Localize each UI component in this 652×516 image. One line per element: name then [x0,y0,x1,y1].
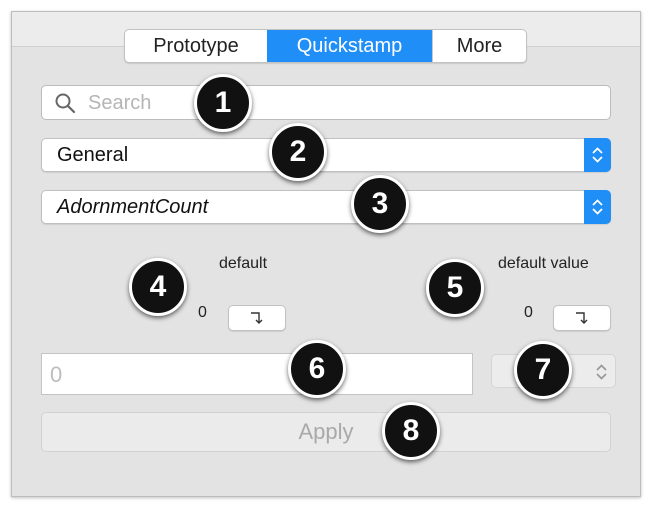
default-value-label: default value [498,255,589,272]
return-arrow-icon [251,312,263,324]
category-popup-arrows[interactable] [584,138,611,172]
callout-badge-7: 7 [514,341,572,399]
quickstamp-panel: Prototype Quickstamp More General Adornm… [11,11,641,497]
default-value-count: 0 [524,304,533,321]
search-icon [55,93,76,114]
callout-badge-6: 6 [288,340,346,398]
attribute-popup-arrows[interactable] [584,190,611,224]
attribute-popup[interactable]: AdornmentCount [41,190,611,224]
inspector-tab-bar: Prototype Quickstamp More [124,29,527,63]
callout-badge-8: 8 [382,402,440,460]
chevron-up-down-icon [592,199,603,215]
search-field[interactable] [41,85,611,120]
callout-badge-3: 3 [351,175,409,233]
callout-badge-4: 4 [129,258,187,316]
attribute-popup-value: AdornmentCount [57,196,209,218]
default-value-insert-button[interactable] [553,305,611,331]
value-field[interactable] [41,353,473,395]
default-count: 0 [198,304,207,321]
tab-quickstamp[interactable]: Quickstamp [267,30,432,62]
search-input[interactable] [86,89,590,117]
value-input[interactable] [48,360,462,390]
default-label: default [219,255,268,272]
tab-more[interactable]: More [432,30,526,62]
return-arrow-icon [576,312,588,324]
tab-prototype[interactable]: Prototype [125,30,267,62]
callout-badge-1: 1 [194,74,252,132]
category-popup-value: General [57,144,129,166]
chevron-up-down-icon [592,147,603,163]
callout-badge-2: 2 [269,123,327,181]
chevron-up-down-icon [596,364,607,380]
default-insert-button[interactable] [228,305,286,331]
apply-button[interactable]: Apply [41,412,611,452]
callout-badge-5: 5 [426,259,484,317]
